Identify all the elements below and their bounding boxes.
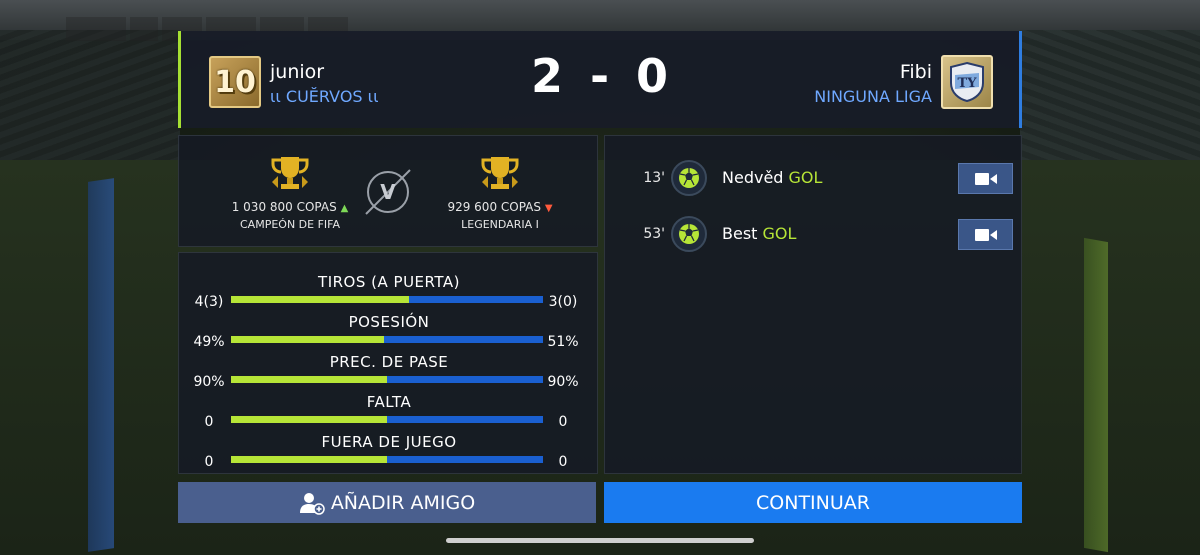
stat-home-value: 90% [193,374,225,390]
score-separator: - [589,49,611,103]
stat-home-value: 4(3) [194,294,224,310]
stat-bar [231,456,543,463]
trophy-icon [415,154,585,194]
match-scoreboard: 10 junior ιι CUĔRVOS ιι 2-0 Fibi NINGUNA… [178,31,1022,128]
stat-home-value: 0 [204,454,214,470]
event-player: Best [722,224,758,243]
player1-copas: 1 030 800 COPAS [231,200,337,214]
stat-title: FUERA DE JUEGO [321,433,457,451]
stat-row-fouls: FALTA 0 0 [179,393,599,431]
stat-away-value: 3(0) [548,294,578,310]
goal-event: 13' Nedvěd GOL [605,158,1023,198]
trophy-icon [205,154,375,194]
stat-row-pass-accuracy: PREC. DE PASE 90% 90% [179,353,599,391]
event-player: Nedvěd [722,168,784,187]
replay-video-button[interactable] [958,219,1013,250]
stat-away-value: 0 [558,454,568,470]
video-camera-icon [974,228,997,241]
event-type: GOL [788,168,823,187]
stat-title: POSESIÓN [348,313,430,331]
stat-away-value: 0 [558,414,568,430]
stat-bar [231,336,543,343]
player2-name: Fibi [899,61,932,83]
player1-trophies: 1 030 800 COPAS ▲ CAMPEÓN DE FIFA [205,154,375,231]
stat-row-possession: POSESIÓN 49% 51% [179,313,599,351]
replay-video-button[interactable] [958,163,1013,194]
stat-title: PREC. DE PASE [329,353,449,371]
continue-label: CONTINUAR [756,491,870,514]
stat-home-value: 49% [193,334,225,350]
match-stats-panel: TIROS (A PUERTA) 4(3) 3(0) POSESIÓN 49% … [178,252,598,474]
player2-copas: 929 600 COPAS [447,200,542,214]
versus-icon: V [362,166,414,218]
home-score: 2 [530,49,564,103]
player2-trophies: 929 600 COPAS ▼ LEGENDARIA I [415,154,585,231]
add-friend-label: AÑADIR AMIGO [330,491,476,514]
ball-icon [671,216,707,252]
add-friend-button[interactable]: AÑADIR AMIGO [178,482,596,523]
home-indicator[interactable] [446,538,754,543]
ball-icon [671,160,707,196]
player1-rank: CAMPEÓN DE FIFA [240,218,340,231]
event-minute: 53' [643,226,665,242]
player2-rank: LEGENDARIA I [461,218,539,231]
stat-away-value: 90% [547,374,579,390]
stat-home-value: 0 [204,414,214,430]
event-type: GOL [762,224,797,243]
trend-up-icon: ▲ [340,203,349,214]
svg-text:TY: TY [958,76,978,91]
continue-button[interactable]: CONTINUAR [604,482,1022,523]
stat-bar [231,416,543,423]
player2-club: NINGUNA LIGA [814,87,932,106]
versus-label: V [380,180,396,204]
stat-row-shots: TIROS (A PUERTA) 4(3) 3(0) [179,273,599,311]
add-user-icon [299,491,325,515]
away-score: 0 [636,49,670,103]
stat-away-value: 51% [547,334,579,350]
video-camera-icon [974,172,997,185]
toty-badge-icon: TY [941,55,993,109]
stat-bar [231,376,543,383]
trophies-panel: 1 030 800 COPAS ▲ CAMPEÓN DE FIFA V 929 … [178,135,598,247]
trend-down-icon: ▼ [544,203,553,214]
stat-title: FALTA [366,393,412,411]
stat-bar [231,296,543,303]
goal-event: 53' Best GOL [605,214,1023,254]
stat-title: TIROS (A PUERTA) [318,273,460,291]
event-minute: 13' [643,170,665,186]
match-events-panel: 13' Nedvěd GOL 53' Best GOL [604,135,1022,474]
stat-row-offside: FUERA DE JUEGO 0 0 [179,433,599,471]
